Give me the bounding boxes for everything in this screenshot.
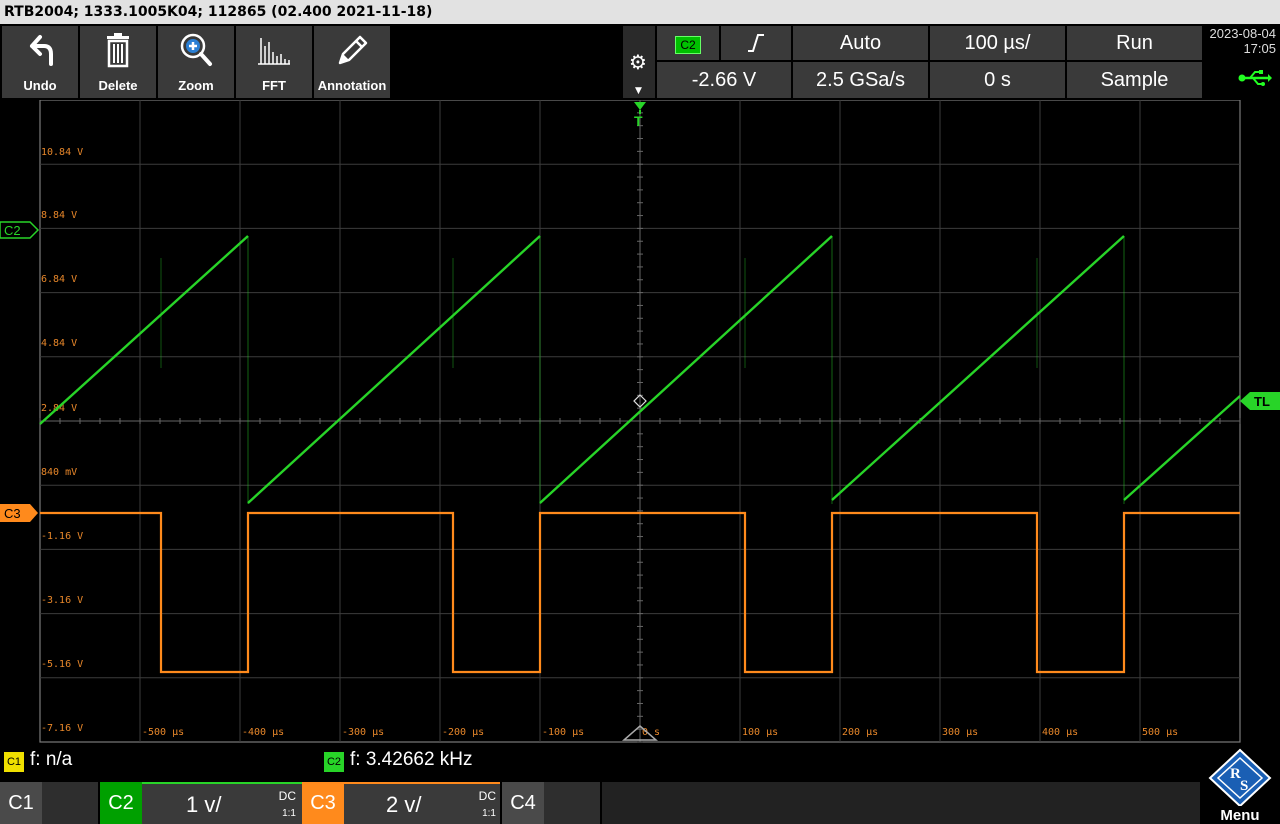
acquisition-mode[interactable]: Sample [1067, 62, 1202, 98]
c2-probe-value: 1:1 [282, 808, 296, 819]
trigger-slope[interactable] [721, 26, 791, 60]
title-bar: RTB2004; 1333.1005K04; 112865 (02.400 20… [0, 0, 1280, 24]
waveform-display[interactable]: 10.84 V 8.84 V 6.84 V 4.84 V 2.84 V 840 mV -1.… [0, 100, 1280, 744]
trigger-mode[interactable]: Auto [793, 26, 928, 60]
date: 2023-08-04 [1209, 26, 1277, 41]
channel-c1[interactable]: C1 [0, 782, 98, 824]
c3-probe-value: 1:1 [482, 808, 496, 819]
t-marker-label: T [634, 113, 643, 129]
c3-offset-marker[interactable]: C3 [0, 504, 38, 522]
channel-c4[interactable]: C4 [502, 782, 600, 824]
c2-measure-value[interactable]: f: 3.42662 kHz [350, 749, 473, 771]
settings-button[interactable]: ⚙ ▼ [623, 26, 655, 98]
tl-marker-label: TL [1254, 394, 1270, 409]
c2-ramp-segment [831, 235, 1125, 501]
x-tick-label: -100 µs [542, 727, 584, 738]
c2-measure-badge: C2 [324, 752, 344, 772]
channel-bar-spacer [602, 782, 1200, 824]
c4-label: C4 [502, 782, 544, 824]
c2-ramp-segment [1123, 395, 1241, 501]
c3-scale: 2 v/ [386, 792, 422, 817]
trigger-level[interactable]: -2.66 V [657, 62, 791, 98]
annotation-label: Annotation [317, 78, 387, 93]
x-tick-label: 500 µs [1142, 727, 1178, 738]
zoom-icon [180, 33, 212, 66]
trigger-position-marker[interactable]: T [634, 102, 646, 129]
x-tick-label: 300 µs [942, 727, 978, 738]
c2-marker-label: C2 [4, 223, 21, 238]
channel-bar: C1 C2 1 v/ DC 1:1 C3 2 v/ DC 1:1 C4 [0, 782, 1200, 824]
x-tick-label: 200 µs [842, 727, 878, 738]
x-tick-label: -300 µs [342, 727, 384, 738]
measurement-bar: C1 f: n/a C2 f: 3.42662 kHz [0, 746, 1280, 780]
x-tick-label: -200 µs [442, 727, 484, 738]
c2-ramp-segment [247, 235, 541, 504]
datetime: 2023-08-04 17:05 [1204, 26, 1280, 98]
delete-label: Delete [98, 78, 138, 93]
x-tick-label: 100 µs [742, 727, 778, 738]
sample-rate[interactable]: 2.5 GSa/s [793, 62, 928, 98]
usb-icon [1238, 70, 1272, 86]
horizontal-position[interactable]: 0 s [930, 62, 1065, 98]
chevron-down-icon: ▼ [635, 86, 642, 96]
c1-measure-badge: C1 [4, 752, 24, 772]
c3-label: C3 [302, 782, 344, 824]
c1-label: C1 [0, 782, 42, 824]
c2-ramp-segment [39, 235, 249, 425]
svg-text:S: S [1240, 778, 1248, 794]
y-tick-label: 4.84 V [41, 338, 77, 349]
y-tick-label: -5.16 V [41, 659, 83, 670]
time: 17:05 [1243, 41, 1276, 56]
c2-scale: 1 v/ [186, 792, 222, 817]
y-tick-label: 840 mV [41, 467, 77, 478]
c3-coupling-value: DC [478, 789, 496, 803]
rising-edge-icon [748, 34, 764, 52]
y-tick-label: -7.16 V [41, 723, 83, 734]
pencil-icon [338, 35, 368, 65]
zoom-label: Zoom [178, 78, 214, 93]
x-axis-labels: -500 µs -400 µs -300 µs -200 µs -100 µs 0 s 10… [142, 727, 1178, 738]
rs-logo-icon: R S [1208, 748, 1272, 806]
c3-coupling: DC 1:1 [479, 787, 496, 823]
trigger-level-marker[interactable]: TL [1240, 392, 1280, 410]
menu-button[interactable]: R S Menu [1200, 746, 1280, 824]
c1-measure-value[interactable]: f: n/a [30, 749, 72, 771]
trigger-source-badge: C2 [675, 36, 701, 54]
y-tick-label: 8.84 V [41, 210, 77, 221]
trigger-source[interactable]: C2 [657, 26, 719, 60]
c2-coupling-value: DC [278, 789, 296, 803]
y-tick-label: 10.84 V [41, 147, 83, 158]
run-state[interactable]: Run [1067, 26, 1202, 60]
y-tick-label: 2.84 V [41, 403, 77, 414]
y-tick-label: -1.16 V [41, 531, 83, 542]
trash-icon [107, 33, 129, 68]
x-tick-label: -500 µs [142, 727, 184, 738]
c2-label: C2 [100, 782, 142, 824]
fft-label: FFT [262, 78, 286, 93]
gear-icon: ⚙ [629, 50, 647, 74]
undo-icon [30, 35, 53, 66]
menu-label: Menu [1220, 807, 1260, 824]
annotation-button[interactable]: Annotation [314, 26, 390, 98]
y-axis-labels: 10.84 V 8.84 V 6.84 V 4.84 V 2.84 V 840 mV -1.… [41, 147, 83, 734]
undo-label: Undo [23, 78, 57, 93]
fft-icon [258, 38, 290, 65]
delete-button[interactable]: Delete [80, 26, 156, 98]
graticule [39, 100, 1241, 743]
c2-ramp-segment [539, 235, 833, 504]
timebase[interactable]: 100 µs/ [930, 26, 1065, 60]
undo-button[interactable]: Undo [2, 26, 78, 98]
y-tick-label: -3.16 V [41, 595, 83, 606]
c2-coupling: DC 1:1 [279, 787, 296, 823]
x-tick-label: -400 µs [242, 727, 284, 738]
x-tick-label: 400 µs [1042, 727, 1078, 738]
c3-marker-label: C3 [4, 506, 21, 521]
channel-c3[interactable]: C3 2 v/ DC 1:1 [302, 782, 500, 824]
c2-offset-marker[interactable]: C2 [0, 221, 40, 239]
y-tick-label: 6.84 V [41, 274, 77, 285]
zoom-button[interactable]: Zoom [158, 26, 234, 98]
fft-button[interactable]: FFT [236, 26, 312, 98]
